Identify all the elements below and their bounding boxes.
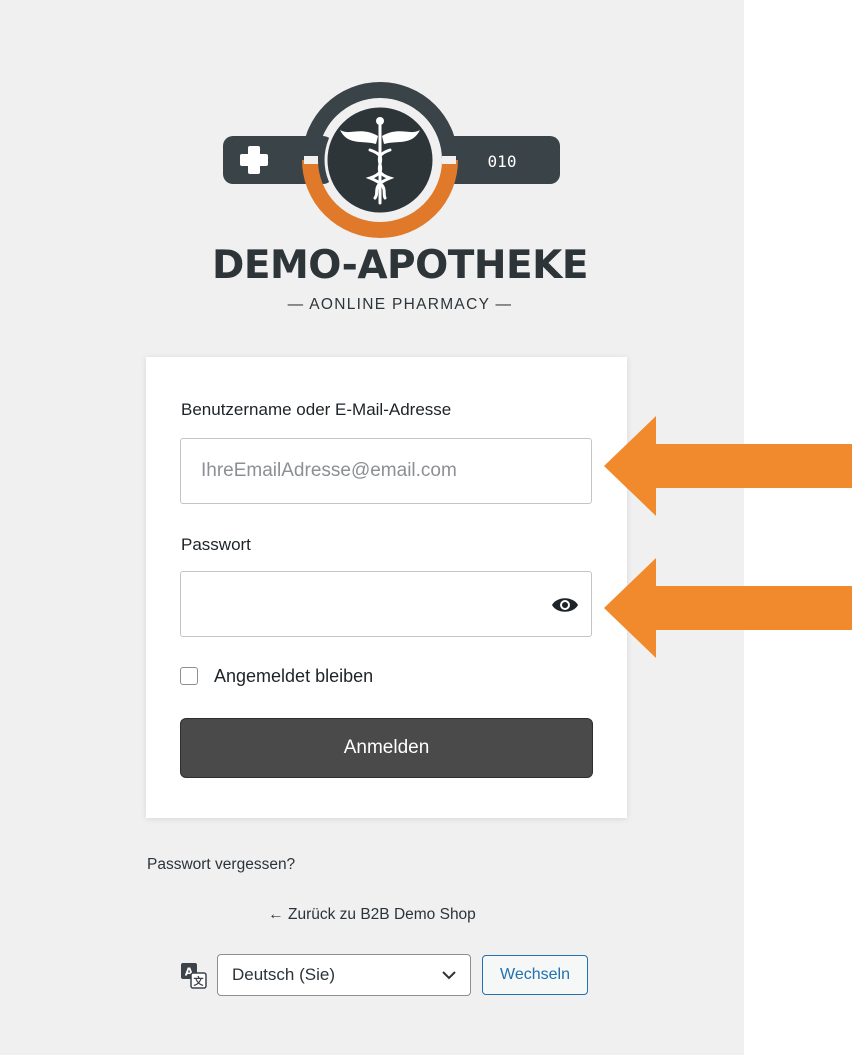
language-select[interactable]: Deutsch (Sie): [217, 954, 471, 996]
login-form: Benutzername oder E-Mail-Adresse Passwor…: [146, 357, 627, 818]
svg-text:文: 文: [194, 975, 205, 988]
site-logo[interactable]: 010 DEMO-APOTHEKE — AONLINE PHARMACY —: [210, 78, 590, 328]
logo-subtitle: — AONLINE PHARMACY —: [287, 296, 513, 313]
password-label: Passwort: [181, 535, 251, 554]
logo-title: DEMO-APOTHEKE: [211, 243, 589, 288]
remember-me-label[interactable]: Angemeldet bleiben: [214, 666, 373, 687]
chevron-down-icon: [442, 971, 456, 980]
language-select-value: Deutsch (Sie): [232, 965, 335, 984]
lost-password-link[interactable]: Passwort vergessen?: [147, 856, 295, 874]
svg-text:010: 010: [488, 152, 517, 171]
username-label: Benutzername oder E-Mail-Adresse: [181, 400, 452, 419]
pharmacy-emblem: 010: [223, 82, 560, 238]
eye-icon[interactable]: [551, 595, 579, 615]
login-button[interactable]: Anmelden: [180, 718, 593, 778]
back-to-site-link[interactable]: ← Zurück zu B2B Demo Shop: [0, 906, 744, 924]
password-input[interactable]: [180, 571, 592, 637]
arrow-left-icon: [604, 416, 852, 516]
remember-me-checkbox[interactable]: [180, 667, 198, 685]
username-input[interactable]: [180, 438, 592, 504]
translate-icon: A 文: [181, 963, 207, 989]
switch-language-button[interactable]: Wechseln: [482, 955, 588, 995]
arrow-left-icon: [604, 558, 852, 658]
